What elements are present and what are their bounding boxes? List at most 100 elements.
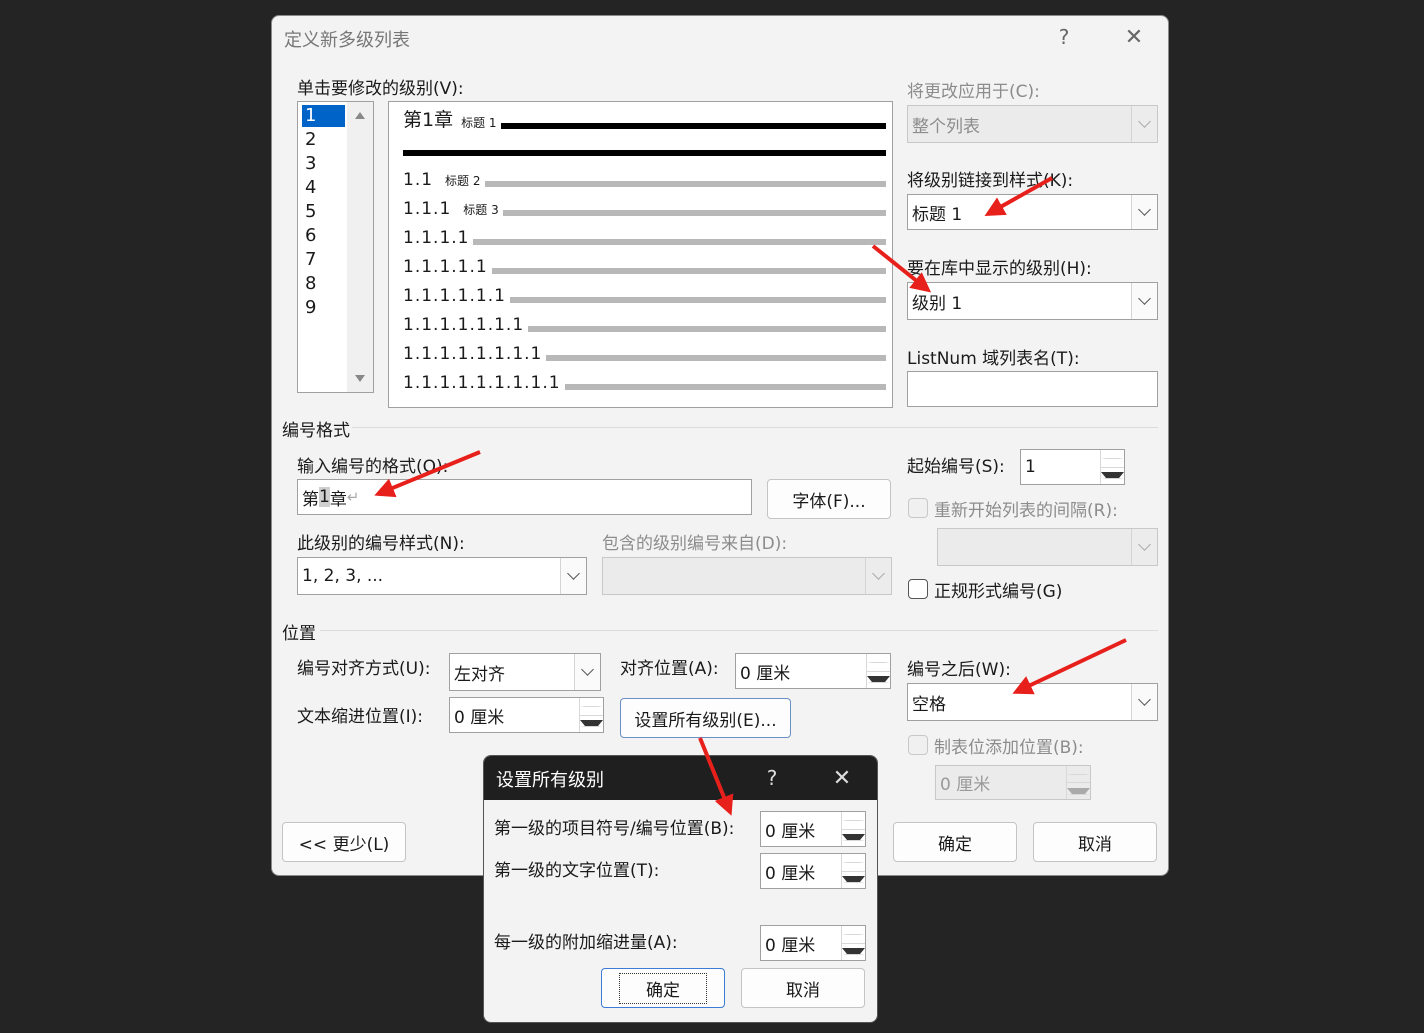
alignment-select[interactable]: 左对齐 (449, 653, 601, 691)
bullet-position-label: 第一级的项目符号/编号位置(B): (494, 819, 735, 839)
follow-number-select[interactable]: 空格 (907, 683, 1158, 721)
text-indent-value: 0 厘米 (454, 707, 505, 728)
legal-label: 正规形式编号(G) (934, 582, 1063, 602)
gallery-level-value: 级别 1 (912, 293, 963, 314)
follow-number-label: 编号之后(W): (907, 660, 1011, 680)
cancel-button[interactable]: 取消 (1033, 822, 1157, 862)
decrement-button[interactable] (842, 830, 865, 847)
start-at-stepper[interactable]: 1 (1020, 449, 1125, 485)
position-section-title: 位置 (282, 624, 316, 644)
sub-cancel-button[interactable]: 取消 (741, 968, 865, 1008)
include-level-select (602, 557, 892, 595)
alignment-value: 左对齐 (454, 664, 505, 685)
apply-to-select: 整个列表 (907, 105, 1158, 143)
decrement-button (1067, 783, 1090, 799)
additional-indent-label: 每一级的附加缩进量(A): (494, 933, 678, 953)
increment-button[interactable] (867, 654, 890, 672)
level-list[interactable]: 1 2 3 4 5 6 7 8 9 (297, 101, 374, 393)
number-format-input[interactable]: 第 1 章 ↵ (297, 479, 752, 515)
preview-number: 第1章 (403, 109, 454, 131)
dropdown-button[interactable] (574, 654, 600, 690)
increment-button[interactable] (842, 854, 865, 872)
preview-number: 1.1.1.1.1 (403, 257, 488, 277)
arrow-up-icon (1067, 773, 1090, 775)
close-button[interactable]: ✕ (822, 760, 862, 796)
preview-line (491, 268, 886, 274)
less-button[interactable]: << 更少(L) (282, 822, 406, 862)
dropdown-button[interactable] (560, 558, 586, 594)
number-style-select[interactable]: 1, 2, 3, ... (297, 557, 587, 595)
increment-button[interactable] (580, 698, 603, 716)
legal-checkbox[interactable] (908, 579, 928, 599)
preview-line (564, 384, 886, 390)
format-prefix: 第 (302, 489, 319, 510)
dropdown-button[interactable] (1131, 684, 1157, 720)
dropdown-button[interactable] (1131, 283, 1157, 319)
aligned-at-value: 0 厘米 (740, 663, 791, 684)
bullet-position-stepper[interactable]: 0 厘米 (760, 811, 866, 847)
level-item[interactable]: 6 (302, 225, 345, 247)
preview-row: 第1章 标题 1 (403, 108, 886, 132)
arrow-up-icon (842, 861, 865, 863)
tab-stop-value: 0 厘米 (940, 775, 991, 795)
additional-indent-stepper[interactable]: 0 厘米 (760, 925, 866, 961)
tab-stop-stepper: 0 厘米 (935, 765, 1091, 800)
level-item[interactable]: 1 (302, 105, 345, 127)
font-button[interactable]: 字体(F)... (767, 479, 891, 519)
help-button[interactable]: ? (1044, 19, 1084, 55)
list-preview: 第1章 标题 1 1.1 标题 2 1.1.1 标题 3 1.1.1.1 1.1… (388, 101, 893, 408)
preview-line (546, 355, 886, 361)
chevron-down-icon (567, 567, 580, 580)
dropdown-button[interactable] (1131, 195, 1157, 229)
text-position-label: 第一级的文字位置(T): (494, 861, 660, 881)
sub-ok-label: 确定 (619, 972, 707, 1004)
help-button[interactable]: ? (752, 760, 792, 796)
preview-style: 标题 3 (463, 203, 499, 217)
scroll-up-icon[interactable] (355, 112, 365, 119)
listnum-input[interactable] (907, 371, 1158, 407)
level-item[interactable]: 2 (302, 129, 345, 151)
section-divider (352, 427, 1158, 428)
aligned-at-stepper[interactable]: 0 厘米 (735, 653, 891, 689)
level-item[interactable]: 7 (302, 249, 345, 271)
increment-button[interactable] (1101, 450, 1124, 468)
start-at-label: 起始编号(S): (907, 457, 1005, 477)
arrow-down-icon (1101, 472, 1124, 480)
ok-button[interactable]: 确定 (893, 822, 1017, 862)
decrement-button[interactable] (867, 672, 890, 689)
decrement-button[interactable] (842, 944, 865, 961)
link-style-select[interactable]: 标题 1 (907, 194, 1158, 230)
decrement-button[interactable] (580, 716, 603, 733)
preview-style: 标题 2 (445, 174, 481, 188)
restart-select (937, 528, 1158, 566)
text-position-value: 0 厘米 (765, 863, 816, 884)
decrement-button[interactable] (1101, 468, 1124, 485)
scroll-down-icon[interactable] (355, 375, 365, 382)
level-item[interactable]: 4 (302, 177, 345, 199)
level-item[interactable]: 5 (302, 201, 345, 223)
decrement-button[interactable] (842, 872, 865, 889)
preview-row: 1.1.1 标题 3 (403, 195, 886, 219)
sub-ok-button[interactable]: 确定 (601, 968, 725, 1008)
preview-line (484, 181, 886, 187)
text-position-stepper[interactable]: 0 厘米 (760, 853, 866, 889)
level-item[interactable]: 3 (302, 153, 345, 175)
level-item[interactable]: 9 (302, 297, 345, 319)
preview-line (528, 326, 886, 332)
increment-button[interactable] (842, 812, 865, 830)
format-suffix: 章 (329, 489, 347, 510)
increment-button[interactable] (842, 926, 865, 944)
text-indent-stepper[interactable]: 0 厘米 (449, 697, 604, 733)
level-list-scrollbar[interactable] (347, 102, 373, 392)
preview-row: 1.1.1.1 (403, 224, 886, 248)
arrow-down-icon (842, 876, 865, 884)
gallery-level-select[interactable]: 级别 1 (907, 282, 1158, 320)
level-item[interactable]: 8 (302, 273, 345, 295)
preview-row: 1.1.1.1.1.1 (403, 282, 886, 306)
chevron-down-icon (1138, 292, 1151, 305)
set-all-levels-button[interactable]: 设置所有级别(E)... (620, 698, 791, 738)
preview-line (500, 123, 886, 129)
preview-row: 1.1 标题 2 (403, 166, 886, 190)
format-number-field: 1 (319, 487, 330, 507)
close-button[interactable]: ✕ (1114, 19, 1154, 55)
